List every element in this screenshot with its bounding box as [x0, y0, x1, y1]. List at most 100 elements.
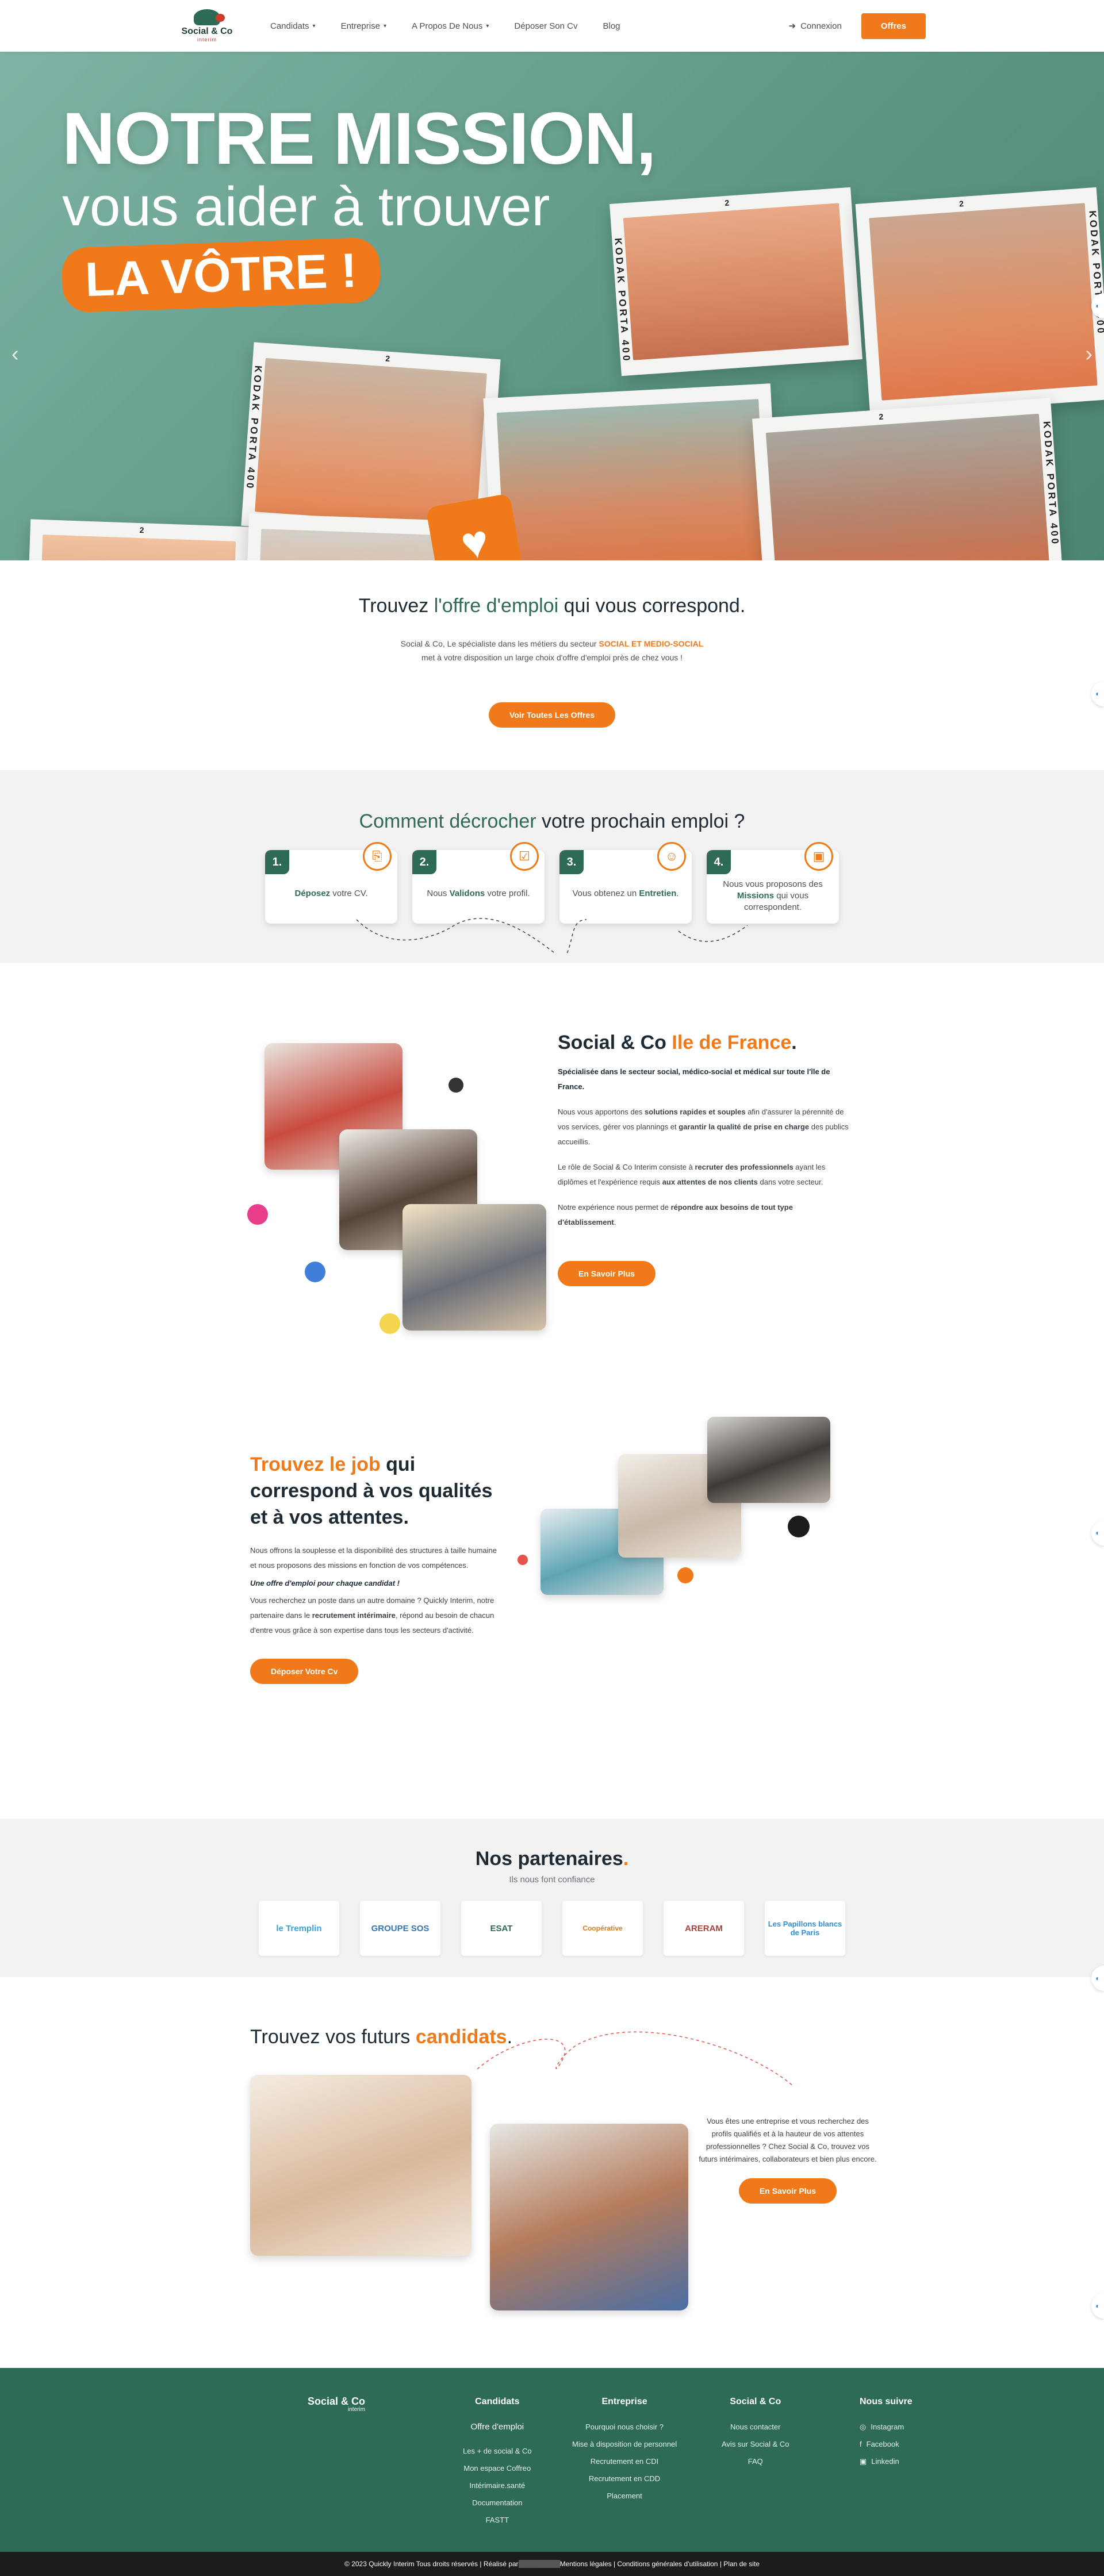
footer-link[interactable]: Pourquoi nous choisir ?: [572, 2419, 677, 2436]
footer-link[interactable]: Nous contacter: [722, 2419, 789, 2436]
nav-entreprise[interactable]: Entreprise ▾: [341, 21, 386, 31]
copyright-bar: © 2023 Quickly Interim Tous droits réser…: [0, 2552, 1104, 2576]
legal-links[interactable]: Mentions légales | Conditions générales …: [560, 2560, 760, 2568]
login-link[interactable]: ➜ Connexion: [789, 21, 842, 32]
redacted-author: XXXXXXXX: [518, 2560, 560, 2568]
step-text-pre: Nous vous proposons des: [723, 879, 823, 889]
nav-label: Déposer Son Cv: [514, 21, 578, 31]
about-title-dot: .: [791, 1032, 797, 1054]
decorative-dot: [788, 1516, 810, 1537]
carousel-next-arrow[interactable]: ›: [1085, 342, 1092, 367]
nav-a-propos[interactable]: A Propos De Nous ▾: [412, 21, 489, 31]
offers-title: Trouvez l'offre d'emploi qui vous corres…: [0, 595, 1104, 617]
footer-link[interactable]: Recrutement en CDI: [572, 2453, 677, 2470]
partner-logos: le Tremplin GROUPE SOS ESAT Coopérative …: [0, 1901, 1104, 1956]
about-paragraph-3: Le rôle de Social & Co Interim consiste …: [558, 1160, 851, 1190]
document-upload-icon: ⎘: [363, 842, 392, 871]
about-title-highlight: Ile de France: [672, 1032, 792, 1054]
hero-banner: 2 KODAK PORTA 400 2 KODAK PORTA 400 2 KO…: [0, 52, 1104, 560]
step-number: 2.: [412, 850, 436, 874]
footer-col-candidats: Candidats Offre d'emploi Les + de social…: [463, 2397, 532, 2529]
partner-logo[interactable]: Les Papillons blancs de Paris: [765, 1901, 845, 1956]
carousel-prev-arrow[interactable]: ‹: [12, 342, 19, 367]
footer-link[interactable]: Placement: [572, 2487, 677, 2505]
decorative-dot: [677, 1567, 693, 1583]
footer-col-title: Entreprise: [601, 2397, 647, 2406]
footer-link[interactable]: Mon espace Coffreo: [463, 2460, 532, 2477]
portrait-photo: [40, 535, 236, 560]
footer-link-label: Linkedin: [871, 2457, 899, 2466]
footer-link[interactable]: FASTT: [463, 2512, 532, 2529]
about-learn-more-button[interactable]: En Savoir Plus: [558, 1261, 656, 1286]
footer-col-title: Social & Co: [730, 2397, 781, 2406]
footer-link[interactable]: Documentation: [463, 2494, 532, 2512]
job-paragraph-2: Vous recherchez un poste dans un autre d…: [250, 1593, 503, 1638]
footer-link[interactable]: Offre d'emploi: [463, 2419, 532, 2436]
header-actions: ➜ Connexion Offres: [789, 13, 926, 39]
offers-title-prefix: Trouvez: [358, 595, 434, 617]
partners-title-text: Nos partenaires: [475, 1848, 623, 1870]
partner-logo[interactable]: ARERAM: [664, 1901, 744, 1956]
portrait-photo: [258, 529, 455, 560]
footer-link[interactable]: FAQ: [722, 2453, 789, 2470]
partner-logo[interactable]: Coopérative: [562, 1901, 643, 1956]
submit-cv-button[interactable]: Déposer Votre Cv: [250, 1659, 359, 1684]
accessibility-tab[interactable]: ◐: [1091, 681, 1104, 706]
about-paragraph-1: Spécialisée dans le secteur social, médi…: [558, 1067, 830, 1091]
about-title-text: Social & Co: [558, 1032, 672, 1054]
partner-logo[interactable]: ESAT: [461, 1901, 542, 1956]
nav-blog[interactable]: Blog: [603, 21, 620, 31]
site-logo[interactable]: Social & Co interim: [178, 9, 236, 43]
frame-number: 2: [385, 353, 390, 363]
footer-facebook-link[interactable]: f Facebook: [860, 2436, 913, 2453]
text-bold: recrutement intérimaire: [312, 1611, 396, 1620]
nav-deposer-cv[interactable]: Déposer Son Cv: [514, 21, 577, 31]
partner-logo[interactable]: le Tremplin: [259, 1901, 339, 1956]
footer-col-entreprise: Entreprise Pourquoi nous choisir ? Mise …: [572, 2397, 677, 2505]
chevron-down-icon: ▾: [383, 22, 386, 29]
about-paragraph-4: Notre expérience nous permet de répondre…: [558, 1200, 851, 1230]
portrait-photo: [869, 203, 1098, 401]
step-text-highlight: Entretien: [639, 889, 677, 898]
text-bold: solutions rapides et souples: [645, 1108, 746, 1116]
nav-candidats[interactable]: Candidats ▾: [270, 21, 316, 31]
hero-headline: NOTRE MISSION, vous aider à trouver LA V…: [61, 102, 657, 313]
accessibility-tab[interactable]: ◐: [1091, 2293, 1104, 2319]
footer-link[interactable]: Avis sur Social & Co: [722, 2436, 789, 2453]
footer-link[interactable]: Recrutement en CDD: [572, 2470, 677, 2487]
footer-link[interactable]: Intérimaire.santé: [463, 2477, 532, 2494]
about-section: Social & Co Ile de France. Spécialisée d…: [0, 963, 1104, 1388]
film-frame: 2 KODAK PORTA 400: [855, 187, 1104, 417]
partner-logo[interactable]: GROUPE SOS: [360, 1901, 440, 1956]
dashed-path-decoration: [356, 918, 748, 954]
candidates-section: Trouvez vos futurs candidats. Vous êtes …: [0, 1977, 1104, 2368]
view-all-offers-button[interactable]: Voir Toutes Les Offres: [488, 702, 616, 728]
footer-link[interactable]: Mise à disposition de personnel: [572, 2436, 677, 2453]
candidates-learn-more-button[interactable]: En Savoir Plus: [738, 2178, 837, 2204]
step-text-highlight: Missions: [737, 891, 775, 901]
text: Le rôle de Social & Co Interim consiste …: [558, 1163, 695, 1171]
checklist-icon: ☑: [510, 842, 539, 871]
footer-logo-text: Social & Co: [308, 2396, 366, 2407]
briefcase-icon: ▣: [804, 842, 833, 871]
offers-title-suffix: qui vous correspond.: [558, 595, 746, 617]
partners-section: Nos partenaires. Ils nous font confiance…: [0, 1819, 1104, 1991]
footer-instagram-link[interactable]: ◎ Instagram: [860, 2419, 913, 2436]
step-text: Nous Validons votre profil.: [412, 888, 545, 899]
footer-link-label: Facebook: [866, 2440, 899, 2448]
step-text-post: .: [676, 889, 679, 898]
portrait-photo: [623, 203, 849, 360]
job-paragraph-1: Nous offrons la souplesse et la disponib…: [250, 1546, 497, 1570]
text: Notre expérience nous permet de: [558, 1203, 671, 1212]
footer-link[interactable]: Les + de social & Co: [463, 2443, 532, 2460]
logo-subtext: interim: [197, 37, 217, 43]
footer-linkedin-link[interactable]: ▣ Linkedin: [860, 2453, 913, 2470]
film-frame: 2: [26, 519, 250, 560]
footer-logo[interactable]: Social & Co interim: [308, 2396, 365, 2413]
offers-title-highlight: l'offre d'emploi: [434, 595, 559, 617]
accessibility-tab[interactable]: ◐: [1091, 1520, 1104, 1545]
step-text-highlight: Validons: [449, 889, 485, 898]
about-paragraph-2: Nous vous apportons des solutions rapide…: [558, 1105, 851, 1149]
offres-button[interactable]: Offres: [861, 13, 926, 39]
candidates-text: Vous êtes une entreprise et vous recherc…: [696, 2115, 880, 2204]
